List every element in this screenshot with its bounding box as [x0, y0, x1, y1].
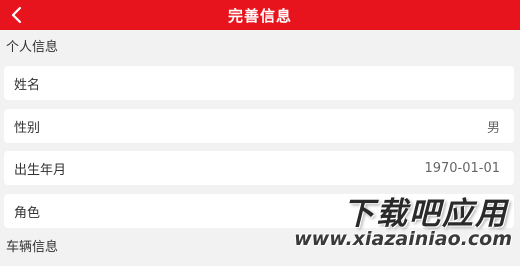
page-title: 完善信息: [227, 6, 292, 25]
field-role[interactable]: 角色: [4, 194, 514, 228]
field-birth-label: 出生年月: [14, 162, 67, 178]
field-gender[interactable]: 性别 男: [4, 109, 514, 143]
field-gender-value: 男: [486, 120, 500, 136]
back-button[interactable]: [0, 0, 34, 30]
field-role-label: 角色: [14, 205, 41, 221]
chevron-left-icon: [11, 6, 22, 24]
field-birth[interactable]: 出生年月 1970-01-01: [4, 151, 514, 185]
section-header-personal: 个人信息: [6, 40, 59, 55]
field-birth-value: 1970-01-01: [424, 160, 500, 176]
top-bar: 完善信息: [0, 0, 520, 30]
field-name[interactable]: 姓名: [4, 66, 514, 100]
field-name-label: 姓名: [14, 77, 41, 93]
field-gender-label: 性别: [14, 120, 41, 136]
section-header-vehicle: 车辆信息: [6, 240, 59, 255]
watermark-url: www.xiazainiao.com: [294, 228, 512, 250]
